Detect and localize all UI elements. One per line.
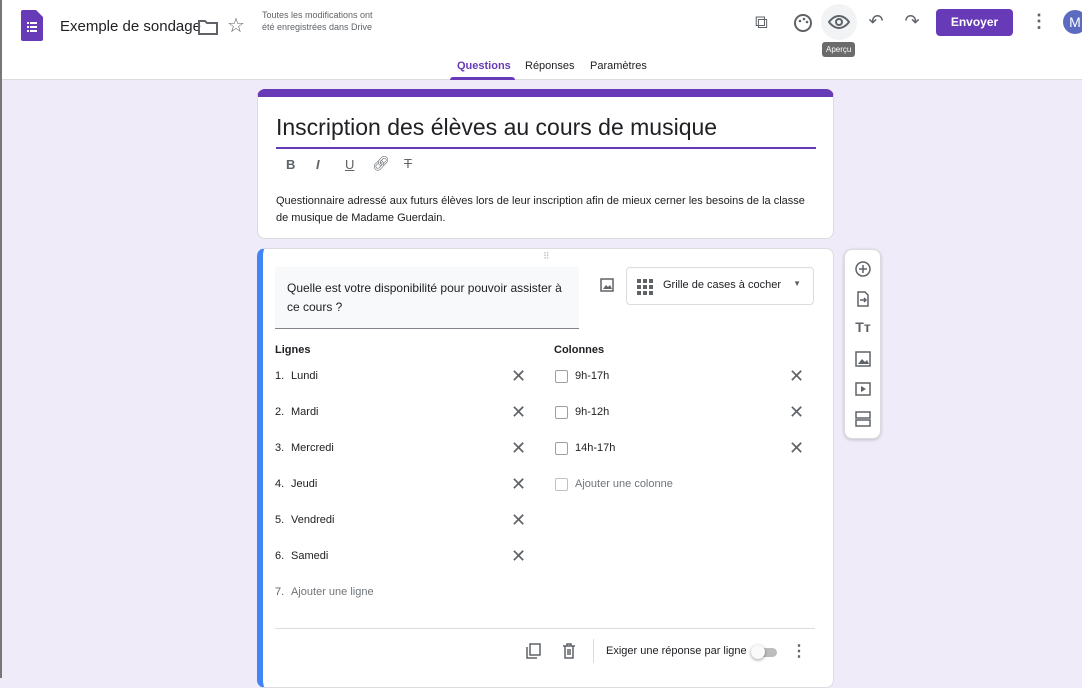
row-number: 6. — [275, 550, 285, 562]
underline-icon[interactable]: U — [345, 157, 354, 172]
forms-logo-icon[interactable] — [21, 10, 43, 41]
folder-icon[interactable] — [196, 15, 220, 39]
drag-handle-icon[interactable]: ⠿ — [543, 251, 551, 262]
row-label-input[interactable]: Lundi — [291, 370, 318, 382]
remove-row-icon[interactable]: ✕ — [511, 367, 526, 385]
title-card: Inscription des élèves au cours de musiq… — [257, 89, 834, 239]
column-checkbox — [555, 442, 568, 455]
column-checkbox — [555, 370, 568, 383]
tooltip: Aperçu — [822, 42, 856, 57]
question-card[interactable]: ⠿ Quelle est votre disponibilité pour po… — [257, 248, 834, 688]
question-type-select[interactable]: Grille de cases à cocher ▼ — [626, 267, 814, 305]
form-title[interactable]: Inscription des élèves au cours de musiq… — [276, 114, 816, 149]
remove-column-icon[interactable]: ✕ — [789, 439, 804, 457]
import-questions-icon[interactable] — [853, 289, 873, 309]
side-toolbar: Tт — [844, 249, 881, 439]
tab-settings[interactable]: Paramètres — [590, 60, 647, 72]
undo-icon[interactable]: ↶ — [864, 11, 888, 35]
palette-icon[interactable] — [791, 11, 815, 35]
addons-puzzle-icon[interactable]: ⧉ — [755, 12, 779, 36]
row-label-input[interactable]: Samedi — [291, 550, 328, 562]
remove-row-icon[interactable]: ✕ — [511, 547, 526, 565]
rows-heading: Lignes — [275, 344, 311, 356]
column-label-input[interactable]: 9h-12h — [575, 406, 609, 418]
delete-icon[interactable] — [562, 643, 576, 659]
row-label-input[interactable]: Jeudi — [291, 478, 317, 490]
add-column-checkbox — [555, 478, 568, 491]
link-icon[interactable]: 🔗︎ — [372, 155, 390, 172]
question-input[interactable]: Quelle est votre disponibilité pour pouv… — [275, 267, 579, 329]
bold-icon[interactable]: B — [286, 157, 295, 172]
preview-button[interactable] — [821, 4, 857, 40]
divider-vertical — [593, 639, 594, 663]
duplicate-icon[interactable] — [525, 643, 541, 659]
clear-format-icon[interactable]: T — [404, 156, 412, 171]
remove-row-icon[interactable]: ✕ — [511, 475, 526, 493]
row-number: 3. — [275, 442, 285, 454]
require-label: Exiger une réponse par ligne — [606, 645, 747, 657]
row-number: 1. — [275, 370, 285, 382]
add-video-icon[interactable] — [853, 379, 873, 399]
row-label-input[interactable]: Mardi — [291, 406, 319, 418]
row-number: 4. — [275, 478, 285, 490]
image-icon[interactable] — [600, 278, 614, 292]
require-toggle[interactable] — [751, 645, 779, 659]
top-bar: Exemple de sondage ☆ Toutes les modifica… — [2, 0, 1082, 80]
tab-questions[interactable]: Questions — [457, 60, 511, 72]
add-row-button[interactable]: Ajouter une ligne — [291, 586, 374, 598]
add-section-icon[interactable] — [853, 409, 873, 429]
divider — [275, 628, 815, 629]
more-options-icon[interactable]: ⋮ — [791, 641, 807, 661]
remove-column-icon[interactable]: ✕ — [789, 367, 804, 385]
redo-icon[interactable]: ↷ — [900, 11, 924, 35]
add-row-number: 7. — [275, 586, 285, 598]
column-label-input[interactable]: 9h-17h — [575, 370, 609, 382]
row-number: 5. — [275, 514, 285, 526]
more-vert-icon[interactable]: ⋮ — [1027, 11, 1051, 35]
save-status: Toutes les modifications ont été enregis… — [262, 10, 373, 32]
row-label-input[interactable]: Mercredi — [291, 442, 334, 454]
italic-icon[interactable]: I — [316, 157, 320, 172]
question-type-label: Grille de cases à cocher — [663, 279, 781, 291]
tab-indicator — [450, 77, 515, 80]
add-question-icon[interactable] — [853, 259, 873, 279]
row-number: 2. — [275, 406, 285, 418]
row-label-input[interactable]: Vendredi — [291, 514, 334, 526]
remove-row-icon[interactable]: ✕ — [511, 439, 526, 457]
eye-icon — [827, 14, 851, 30]
grid-icon — [637, 279, 653, 295]
column-checkbox — [555, 406, 568, 419]
send-button[interactable]: Envoyer — [936, 9, 1013, 36]
dropdown-arrow-icon: ▼ — [793, 279, 801, 288]
avatar[interactable]: M — [1063, 10, 1082, 34]
remove-row-icon[interactable]: ✕ — [511, 511, 526, 529]
remove-row-icon[interactable]: ✕ — [511, 403, 526, 421]
star-icon[interactable]: ☆ — [224, 13, 248, 37]
tab-responses[interactable]: Réponses — [525, 60, 575, 72]
columns-heading: Colonnes — [554, 344, 605, 356]
column-label-input[interactable]: 14h-17h — [575, 442, 615, 454]
add-column-button[interactable]: Ajouter une colonne — [575, 478, 673, 490]
add-image-icon[interactable] — [853, 349, 873, 369]
remove-column-icon[interactable]: ✕ — [789, 403, 804, 421]
form-description[interactable]: Questionnaire adressé aux futurs élèves … — [276, 193, 816, 227]
add-title-icon[interactable]: Tт — [853, 319, 873, 339]
document-title[interactable]: Exemple de sondage — [60, 18, 201, 35]
